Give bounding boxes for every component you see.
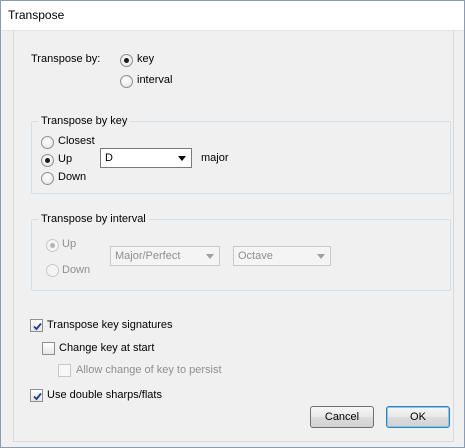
interval-radio[interactable]: [120, 75, 133, 88]
interval-down-label[interactable]: Down: [62, 263, 90, 277]
up-radio-label[interactable]: Up: [58, 152, 72, 166]
interval-up-label[interactable]: Up: [62, 237, 76, 251]
chevron-down-icon: [206, 254, 214, 259]
key-radio[interactable]: [120, 54, 133, 67]
key-select-value: D: [105, 152, 113, 164]
checkmark-icon: [33, 392, 42, 401]
use-double-sharps-checkbox[interactable]: [30, 389, 43, 402]
mode-label: major: [201, 152, 229, 164]
closest-radio-label[interactable]: Closest: [58, 134, 95, 148]
transpose-by-interval-title: Transpose by interval: [38, 212, 149, 226]
allow-change-persist-label[interactable]: Allow change of key to persist: [76, 363, 222, 377]
interval-quality-select[interactable]: Major/Perfect: [110, 246, 220, 266]
use-double-sharps-label[interactable]: Use double sharps/flats: [47, 388, 162, 402]
down-radio[interactable]: [41, 172, 54, 185]
interval-select[interactable]: Octave: [233, 246, 331, 266]
transpose-key-signatures-label[interactable]: Transpose key signatures: [47, 318, 173, 332]
interval-up-radio[interactable]: [46, 239, 59, 252]
key-radio-label[interactable]: key: [137, 52, 154, 66]
chevron-down-icon: [317, 254, 325, 259]
interval-quality-value: Major/Perfect: [115, 250, 181, 262]
allow-change-persist-checkbox[interactable]: [58, 364, 71, 377]
chevron-down-icon: [178, 156, 186, 161]
interval-select-value: Octave: [238, 250, 273, 262]
transpose-dialog: Transpose Transpose by: key interval Tra…: [0, 0, 465, 448]
transpose-by-key-group: Transpose by key: [31, 114, 451, 194]
title-bar[interactable]: Transpose: [1, 1, 464, 31]
transpose-by-label: Transpose by:: [31, 53, 101, 65]
dialog-content: Transpose by: key interval Transpose by …: [13, 31, 454, 442]
closest-radio[interactable]: [41, 136, 54, 149]
transpose-key-signatures-checkbox[interactable]: [30, 319, 43, 332]
up-radio[interactable]: [41, 154, 54, 167]
interval-radio-label[interactable]: interval: [137, 73, 172, 87]
down-radio-label[interactable]: Down: [58, 170, 86, 184]
change-key-at-start-label[interactable]: Change key at start: [59, 341, 154, 355]
checkmark-icon: [33, 322, 42, 331]
interval-down-radio[interactable]: [46, 264, 59, 277]
cancel-button[interactable]: Cancel: [310, 406, 374, 428]
change-key-at-start-checkbox[interactable]: [42, 342, 55, 355]
key-select[interactable]: D: [100, 148, 192, 168]
transpose-by-key-title: Transpose by key: [38, 114, 131, 128]
window-title: Transpose: [8, 8, 65, 22]
ok-button[interactable]: OK: [386, 406, 450, 428]
